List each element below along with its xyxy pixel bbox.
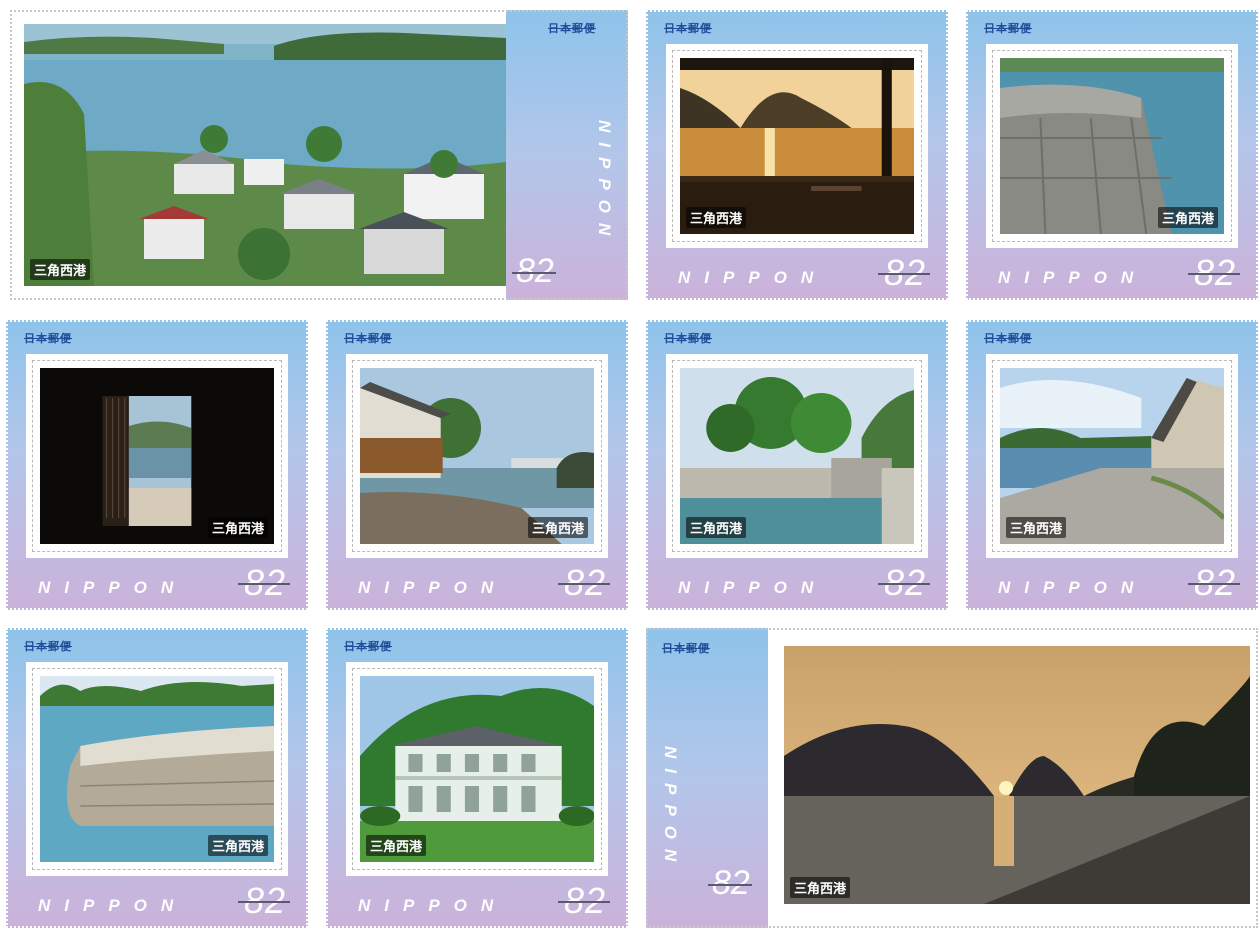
- stamp-caption: 三角西港: [30, 259, 91, 280]
- stamp-caption: 三角西港: [686, 207, 747, 228]
- stamp-caption: 三角西港: [1157, 207, 1218, 228]
- brand-mark: 日本郵便: [662, 642, 710, 655]
- stamp-tree-canal[interactable]: 日本郵便 三角西港 NIPPON 82: [646, 320, 948, 610]
- denomination: 82: [512, 252, 556, 290]
- brand-mark: 日本郵便: [664, 332, 712, 345]
- brand-mark: 日本郵便: [548, 22, 596, 35]
- denomination: 82: [877, 252, 931, 293]
- denomination: 82: [708, 864, 752, 902]
- brand-mark: 日本郵便: [664, 22, 712, 35]
- nippon-label: NIPPON: [998, 578, 1148, 597]
- stamp-photo: 三角西港: [680, 58, 914, 234]
- brand-mark: 日本郵便: [344, 640, 392, 653]
- nippon-label: NIPPON: [358, 578, 508, 597]
- stamp-caption: 三角西港: [686, 517, 747, 538]
- stamp-frame: 三角西港: [346, 662, 608, 876]
- stamp-sunset-veranda[interactable]: 日本郵便 三角西港 NIPPON 82: [646, 10, 948, 300]
- stamp-frame: 三角西港: [26, 354, 288, 558]
- stamp-photo: 三角西港: [24, 24, 506, 286]
- stamp-white-colonial-house[interactable]: 日本郵便 三角西港 NIPPON 82: [326, 628, 628, 928]
- brand-mark: 日本郵便: [344, 332, 392, 345]
- stamp-caption: 三角西港: [366, 835, 427, 856]
- brand-mark: 日本郵便: [984, 332, 1032, 345]
- stamp-photo: 三角西港: [1000, 368, 1224, 544]
- denomination: 82: [877, 562, 931, 603]
- stamp-caption: 三角西港: [207, 835, 268, 856]
- denomination: 82: [237, 880, 291, 921]
- stamp-frame: 三角西港: [346, 354, 608, 558]
- stamp-frame: 三角西港: [986, 44, 1238, 248]
- brand-mark: 日本郵便: [24, 332, 72, 345]
- nippon-label: NIPPON: [595, 120, 614, 246]
- nippon-label: NIPPON: [38, 578, 188, 597]
- stamp-frame: 三角西港: [986, 354, 1238, 558]
- stamp-sunset-mountains[interactable]: 日本郵便 NIPPON 82 三角西港: [646, 628, 1258, 928]
- denomination: 82: [237, 562, 291, 603]
- nippon-label: NIPPON: [998, 268, 1148, 287]
- brand-mark: 日本郵便: [24, 640, 72, 653]
- denomination: 82: [557, 562, 611, 603]
- nippon-label: NIPPON: [38, 896, 188, 915]
- stamp-harbor-town[interactable]: 三角西港 日本郵便 NIPPON 82: [10, 10, 628, 300]
- nippon-label: NIPPON: [358, 896, 508, 915]
- nippon-label: NIPPON: [661, 746, 680, 872]
- stamp-caption: 三角西港: [790, 877, 851, 898]
- stamp-photo: 三角西港: [360, 676, 594, 862]
- denomination: 82: [557, 880, 611, 921]
- stamp-photo: 三角西港: [360, 368, 594, 544]
- brand-mark: 日本郵便: [984, 22, 1032, 35]
- denomination: 82: [1187, 252, 1241, 293]
- stamp-photo: 三角西港: [1000, 58, 1224, 234]
- denomination: 82: [1187, 562, 1241, 603]
- stamp-photo: 三角西港: [784, 646, 1250, 904]
- stamp-caption: 三角西港: [527, 517, 588, 538]
- stamp-photo: 三角西港: [40, 676, 274, 862]
- nippon-label: NIPPON: [678, 268, 828, 287]
- stamp-photo: 三角西港: [680, 368, 914, 544]
- stamp-frame: 三角西港: [666, 354, 928, 558]
- nippon-label: NIPPON: [678, 578, 828, 597]
- stamp-stone-quay[interactable]: 日本郵便 三角西港 NIPPON 82: [966, 320, 1258, 610]
- stamp-caption: 三角西港: [207, 517, 268, 538]
- stamp-photo: 三角西港: [40, 368, 274, 544]
- stamp-frame: 三角西港: [666, 44, 928, 248]
- stamp-stone-pier[interactable]: 日本郵便 三角西港 NIPPON 82: [966, 10, 1258, 300]
- stamp-warehouse-waterfront[interactable]: 日本郵便 三角西港 NIPPON 82: [326, 320, 628, 610]
- stamp-caption: 三角西港: [1006, 517, 1067, 538]
- stamp-stone-breakwater[interactable]: 日本郵便 三角西港 NIPPON 82: [6, 628, 308, 928]
- stamp-frame: 三角西港: [26, 662, 288, 876]
- stamp-dark-doorway[interactable]: 日本郵便 三角西港 NIPPON 82: [6, 320, 308, 610]
